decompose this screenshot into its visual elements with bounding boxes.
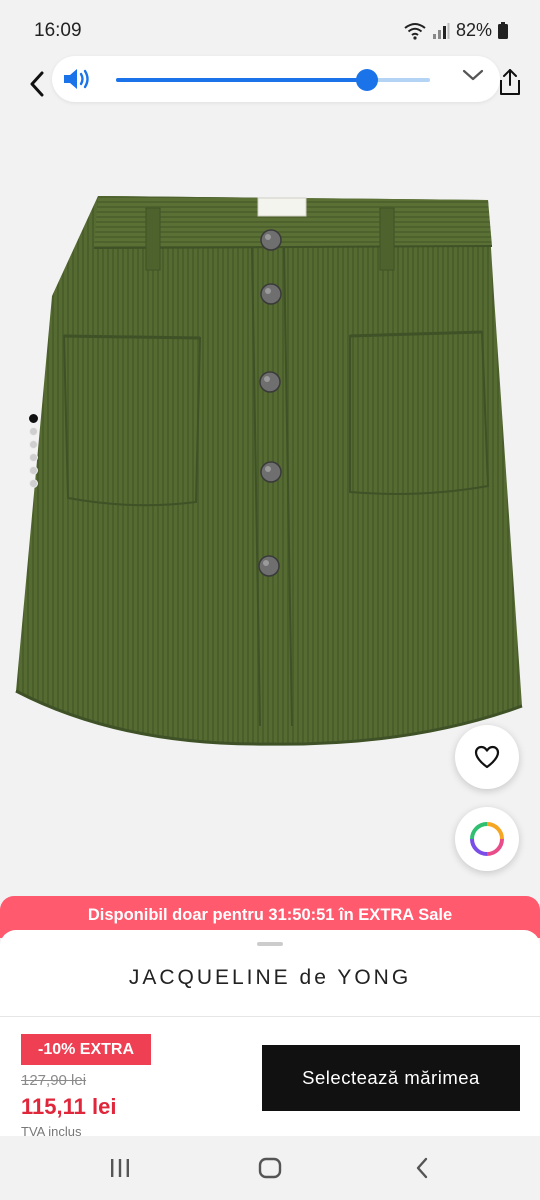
share-button[interactable] — [498, 68, 522, 101]
chevron-left-icon — [30, 71, 44, 97]
top-toolbar — [0, 52, 540, 112]
pager-dot[interactable] — [29, 453, 38, 462]
status-time: 16:09 — [34, 20, 82, 41]
sheet-handle[interactable] — [257, 942, 283, 946]
favorite-button[interactable] — [455, 725, 519, 789]
share-icon — [500, 69, 520, 95]
nav-back-button[interactable] — [402, 1154, 442, 1182]
wifi-icon — [404, 22, 426, 40]
color-wheel-icon — [470, 822, 504, 856]
volume-slider-fill — [116, 78, 368, 82]
volume-panel — [52, 56, 500, 102]
sale-price: 115,11 lei — [21, 1094, 117, 1119]
pager-dot[interactable] — [29, 466, 38, 475]
pager-dot[interactable] — [29, 414, 38, 423]
recents-icon — [111, 1159, 129, 1177]
nav-home-button[interactable] — [250, 1154, 290, 1182]
status-bar: 16:09 82% — [0, 0, 540, 60]
corduroy-skirt-image — [15, 196, 523, 746]
pager-dot[interactable] — [29, 479, 38, 488]
back-button[interactable] — [22, 66, 52, 102]
expand-volume-button[interactable] — [462, 68, 484, 87]
volume-slider[interactable] — [116, 69, 430, 91]
discount-badge: -10% EXTRA — [21, 1034, 151, 1065]
nav-recents-button[interactable] — [100, 1154, 140, 1182]
battery-icon — [498, 22, 508, 39]
pager-dot[interactable] — [29, 440, 38, 449]
back-icon — [416, 1157, 428, 1179]
color-picker-button[interactable] — [455, 807, 519, 871]
product-image[interactable] — [12, 186, 528, 756]
speaker-icon[interactable] — [62, 66, 92, 92]
select-size-button[interactable]: Selectează mărimea — [262, 1045, 520, 1111]
image-pager-dots — [29, 414, 38, 488]
system-nav-bar — [0, 1136, 540, 1200]
pager-dot[interactable] — [29, 427, 38, 436]
product-info-sheet: JACQUELINE de YONG -10% EXTRA 127,90 lei… — [0, 930, 540, 1140]
status-indicators: 82% — [404, 20, 508, 41]
heart-icon — [474, 745, 500, 769]
home-icon — [258, 1157, 282, 1179]
old-price: 127,90 lei — [21, 1072, 87, 1089]
brand-name[interactable]: JACQUELINE de YONG — [0, 966, 540, 990]
volume-slider-thumb[interactable] — [356, 69, 379, 91]
chevron-down-icon — [462, 69, 484, 81]
signal-icon — [432, 22, 450, 39]
divider — [0, 1016, 540, 1017]
battery-percent: 82% — [455, 20, 492, 40]
